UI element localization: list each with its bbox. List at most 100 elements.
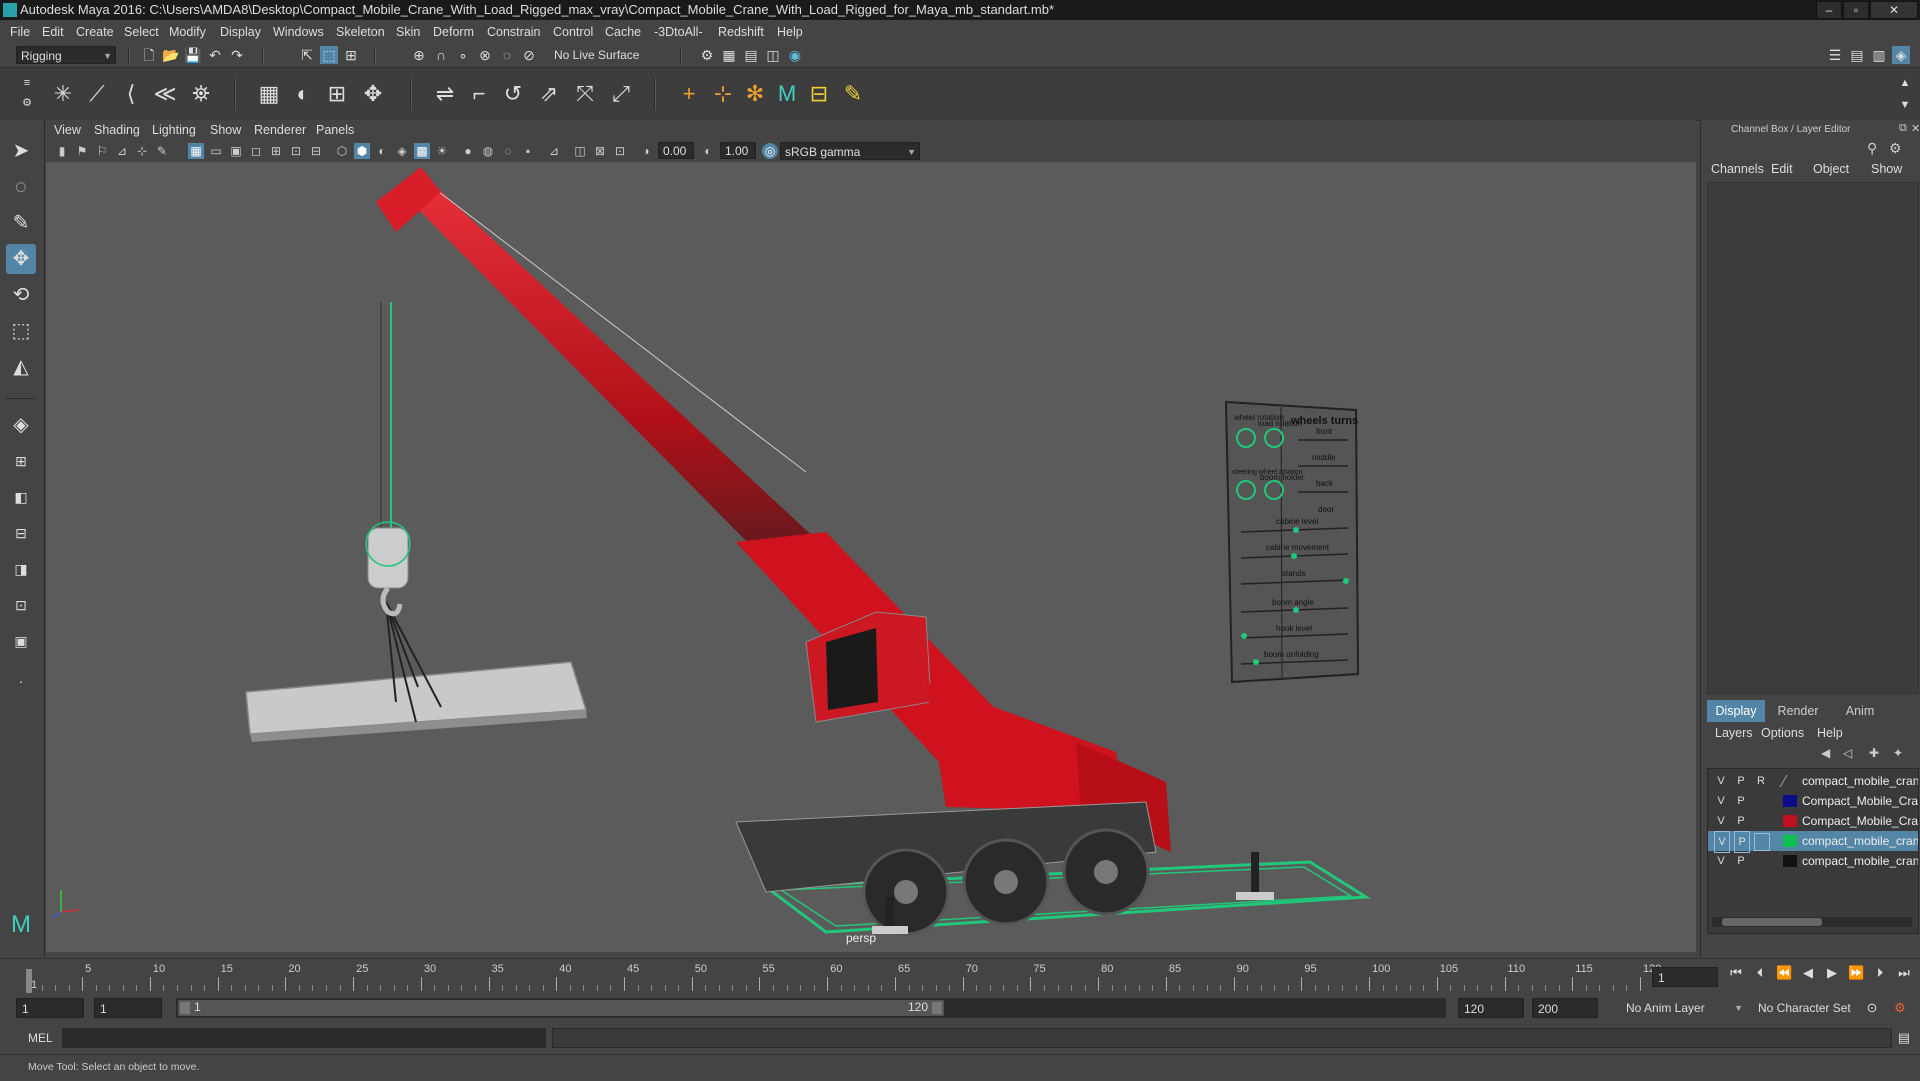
persp-graph-icon[interactable]: ⊟ [6, 518, 36, 548]
ik-handle-icon[interactable]: ⟋ [82, 79, 112, 109]
menu-select[interactable]: Select [124, 25, 159, 39]
minimize-button[interactable]: – [1816, 1, 1842, 19]
vp-menu-view[interactable]: View [54, 123, 81, 137]
vp-menu-show[interactable]: Show [210, 123, 241, 137]
last-tool-icon[interactable]: ◭ [6, 352, 36, 382]
xray-joints-icon[interactable]: ⊠ [592, 143, 608, 159]
layout-icon[interactable]: ⊡ [6, 590, 36, 620]
step-back-key-icon[interactable]: ⏪ [1776, 965, 1792, 981]
anti-aliasing-icon[interactable]: ▪ [520, 143, 536, 159]
scale-tool-icon[interactable]: ⬚ [6, 316, 36, 346]
move-tool-icon[interactable]: ✥ [6, 244, 36, 274]
isolate-select-icon[interactable]: ⊿ [546, 143, 562, 159]
film-gate-icon[interactable]: ▭ [208, 143, 224, 159]
joint-tool-icon[interactable]: ✳ [48, 79, 78, 109]
menu-constrain[interactable]: Constrain [487, 25, 541, 39]
menu-windows[interactable]: Windows [273, 25, 324, 39]
menu-help[interactable]: Help [777, 25, 803, 39]
smooth-shade-icon[interactable]: ⬢ [354, 143, 370, 159]
persp-outliner-icon[interactable]: ◨ [6, 554, 36, 584]
tab-render[interactable]: Render [1769, 700, 1827, 722]
layer-row-selected[interactable]: V P compact_mobile_crane [1708, 831, 1918, 853]
time-slider[interactable]: 1 5 10 15 20 25 30 35 40 45 50 55 60 65 70 75 80 85 90 95 10… [0, 958, 1920, 995]
layer-color-swatch[interactable] [1783, 855, 1797, 867]
layer-color-swatch[interactable] [1783, 795, 1797, 807]
layer-reference-toggle[interactable]: R [1754, 771, 1768, 791]
image-plane-icon[interactable]: ⊿ [114, 143, 130, 159]
lasso-tool-icon[interactable]: ◌ [6, 172, 36, 202]
xray-icon[interactable]: ◫ [572, 143, 588, 159]
playback-start-field[interactable]: 1 [94, 998, 162, 1018]
textured-icon[interactable]: ▩ [414, 143, 430, 159]
script-editor-icon[interactable]: ▤ [1896, 1030, 1912, 1046]
snap-point-icon[interactable]: ∘ [454, 46, 472, 64]
layer-menu-layers[interactable]: Layers [1715, 726, 1753, 740]
layer-menu-help[interactable]: Help [1817, 726, 1843, 740]
lattice-icon[interactable]: ⊞ [322, 79, 352, 109]
gamma-field[interactable]: 1.00 [720, 142, 756, 159]
channel-box-area[interactable] [1707, 182, 1919, 694]
menu-3dtoall[interactable]: -3DtoAll- [654, 25, 703, 39]
menu-control[interactable]: Control [553, 25, 593, 39]
snap-surface-icon[interactable]: ◌ [498, 46, 516, 64]
new-layer-icon[interactable]: ✚ [1869, 746, 1879, 760]
menu-skeleton[interactable]: Skeleton [336, 25, 385, 39]
select-component-icon[interactable]: ⊞ [342, 46, 360, 64]
view-transform-dropdown[interactable]: sRGB gamma ▼ [780, 142, 920, 160]
step-forward-key-icon[interactable]: ⏩ [1848, 965, 1864, 981]
field-chart-icon[interactable]: ⊞ [268, 143, 284, 159]
menu-cache[interactable]: Cache [605, 25, 641, 39]
channel-box-icon[interactable]: ⚲ [1867, 140, 1877, 157]
gate-mask-icon[interactable]: ◻ [248, 143, 264, 159]
undo-icon[interactable]: ↶ [206, 46, 224, 64]
render-settings-icon[interactable]: ⚙ [698, 46, 716, 64]
command-input[interactable] [62, 1028, 546, 1048]
layer-playback-toggle[interactable]: P [1734, 771, 1748, 791]
open-scene-icon[interactable]: 📂 [162, 46, 180, 64]
vp-menu-panels[interactable]: Panels [316, 123, 354, 137]
menu-create[interactable]: Create [76, 25, 114, 39]
render-frame-icon[interactable]: ▦ [720, 46, 738, 64]
side-by-side-icon[interactable]: ◧ [6, 482, 36, 512]
maya-m-icon[interactable]: M [772, 79, 802, 109]
character-set-dropdown[interactable]: No Character Set [1754, 998, 1864, 1018]
use-default-material-icon[interactable]: ◐ [374, 143, 390, 159]
custom-layout-icon[interactable]: ▣ [6, 626, 36, 656]
current-frame-marker[interactable] [26, 969, 32, 993]
range-handle-start[interactable] [180, 1002, 190, 1014]
layer-color-swatch[interactable] [1779, 775, 1802, 787]
tab-anim[interactable]: Anim [1831, 700, 1889, 722]
live-surface-label[interactable]: No Live Surface [550, 46, 658, 64]
animation-prefs-icon[interactable]: ⚙ [1892, 1000, 1908, 1016]
menu-skin[interactable]: Skin [396, 25, 420, 39]
locator-icon[interactable]: + [674, 79, 704, 109]
close-icon[interactable]: ✕ [1911, 122, 1920, 135]
menu-file[interactable]: File [10, 25, 30, 39]
layer-color-swatch[interactable] [1783, 835, 1797, 847]
menuset-dropdown[interactable]: Rigging ▼ [16, 46, 116, 64]
layer-playback-toggle[interactable]: P [1734, 811, 1748, 831]
deformer-icon[interactable]: ⊟ [804, 79, 834, 109]
safe-action-icon[interactable]: ⊡ [288, 143, 304, 159]
menu-redshift[interactable]: Redshift [718, 25, 764, 39]
grid-icon[interactable]: ▦ [188, 143, 204, 159]
select-tool-icon[interactable]: ➤ [6, 136, 36, 166]
tool-settings-icon[interactable]: ▥ [1870, 46, 1888, 64]
snap-grid-icon[interactable]: ⊕ [410, 46, 428, 64]
layer-visibility-toggle[interactable]: V [1714, 791, 1728, 811]
layer-menu-options[interactable]: Options [1761, 726, 1804, 740]
layer-visibility-toggle[interactable]: V [1714, 831, 1730, 853]
more-layouts-icon[interactable]: · [6, 666, 36, 696]
snap-plane-icon[interactable]: ⊘ [520, 46, 538, 64]
layer-visibility-toggle[interactable]: V [1714, 771, 1728, 791]
shadows-icon[interactable]: ● [460, 143, 476, 159]
maximize-button[interactable]: ▫ [1843, 1, 1869, 19]
grease-pencil-icon[interactable]: ✎ [154, 143, 170, 159]
rotate-tool-icon[interactable]: ⟲ [6, 280, 36, 310]
select-object-icon[interactable]: ⬚ [320, 46, 338, 64]
move-layer-down-icon[interactable]: ◁ [1843, 746, 1852, 760]
layer-row[interactable]: V P Compact_Mobile_Cran [1708, 791, 1918, 811]
tab-display[interactable]: Display [1707, 700, 1765, 722]
color-management-icon[interactable]: ◎ [762, 143, 778, 159]
layer-row[interactable]: V P compact_mobile_crane [1708, 851, 1918, 871]
